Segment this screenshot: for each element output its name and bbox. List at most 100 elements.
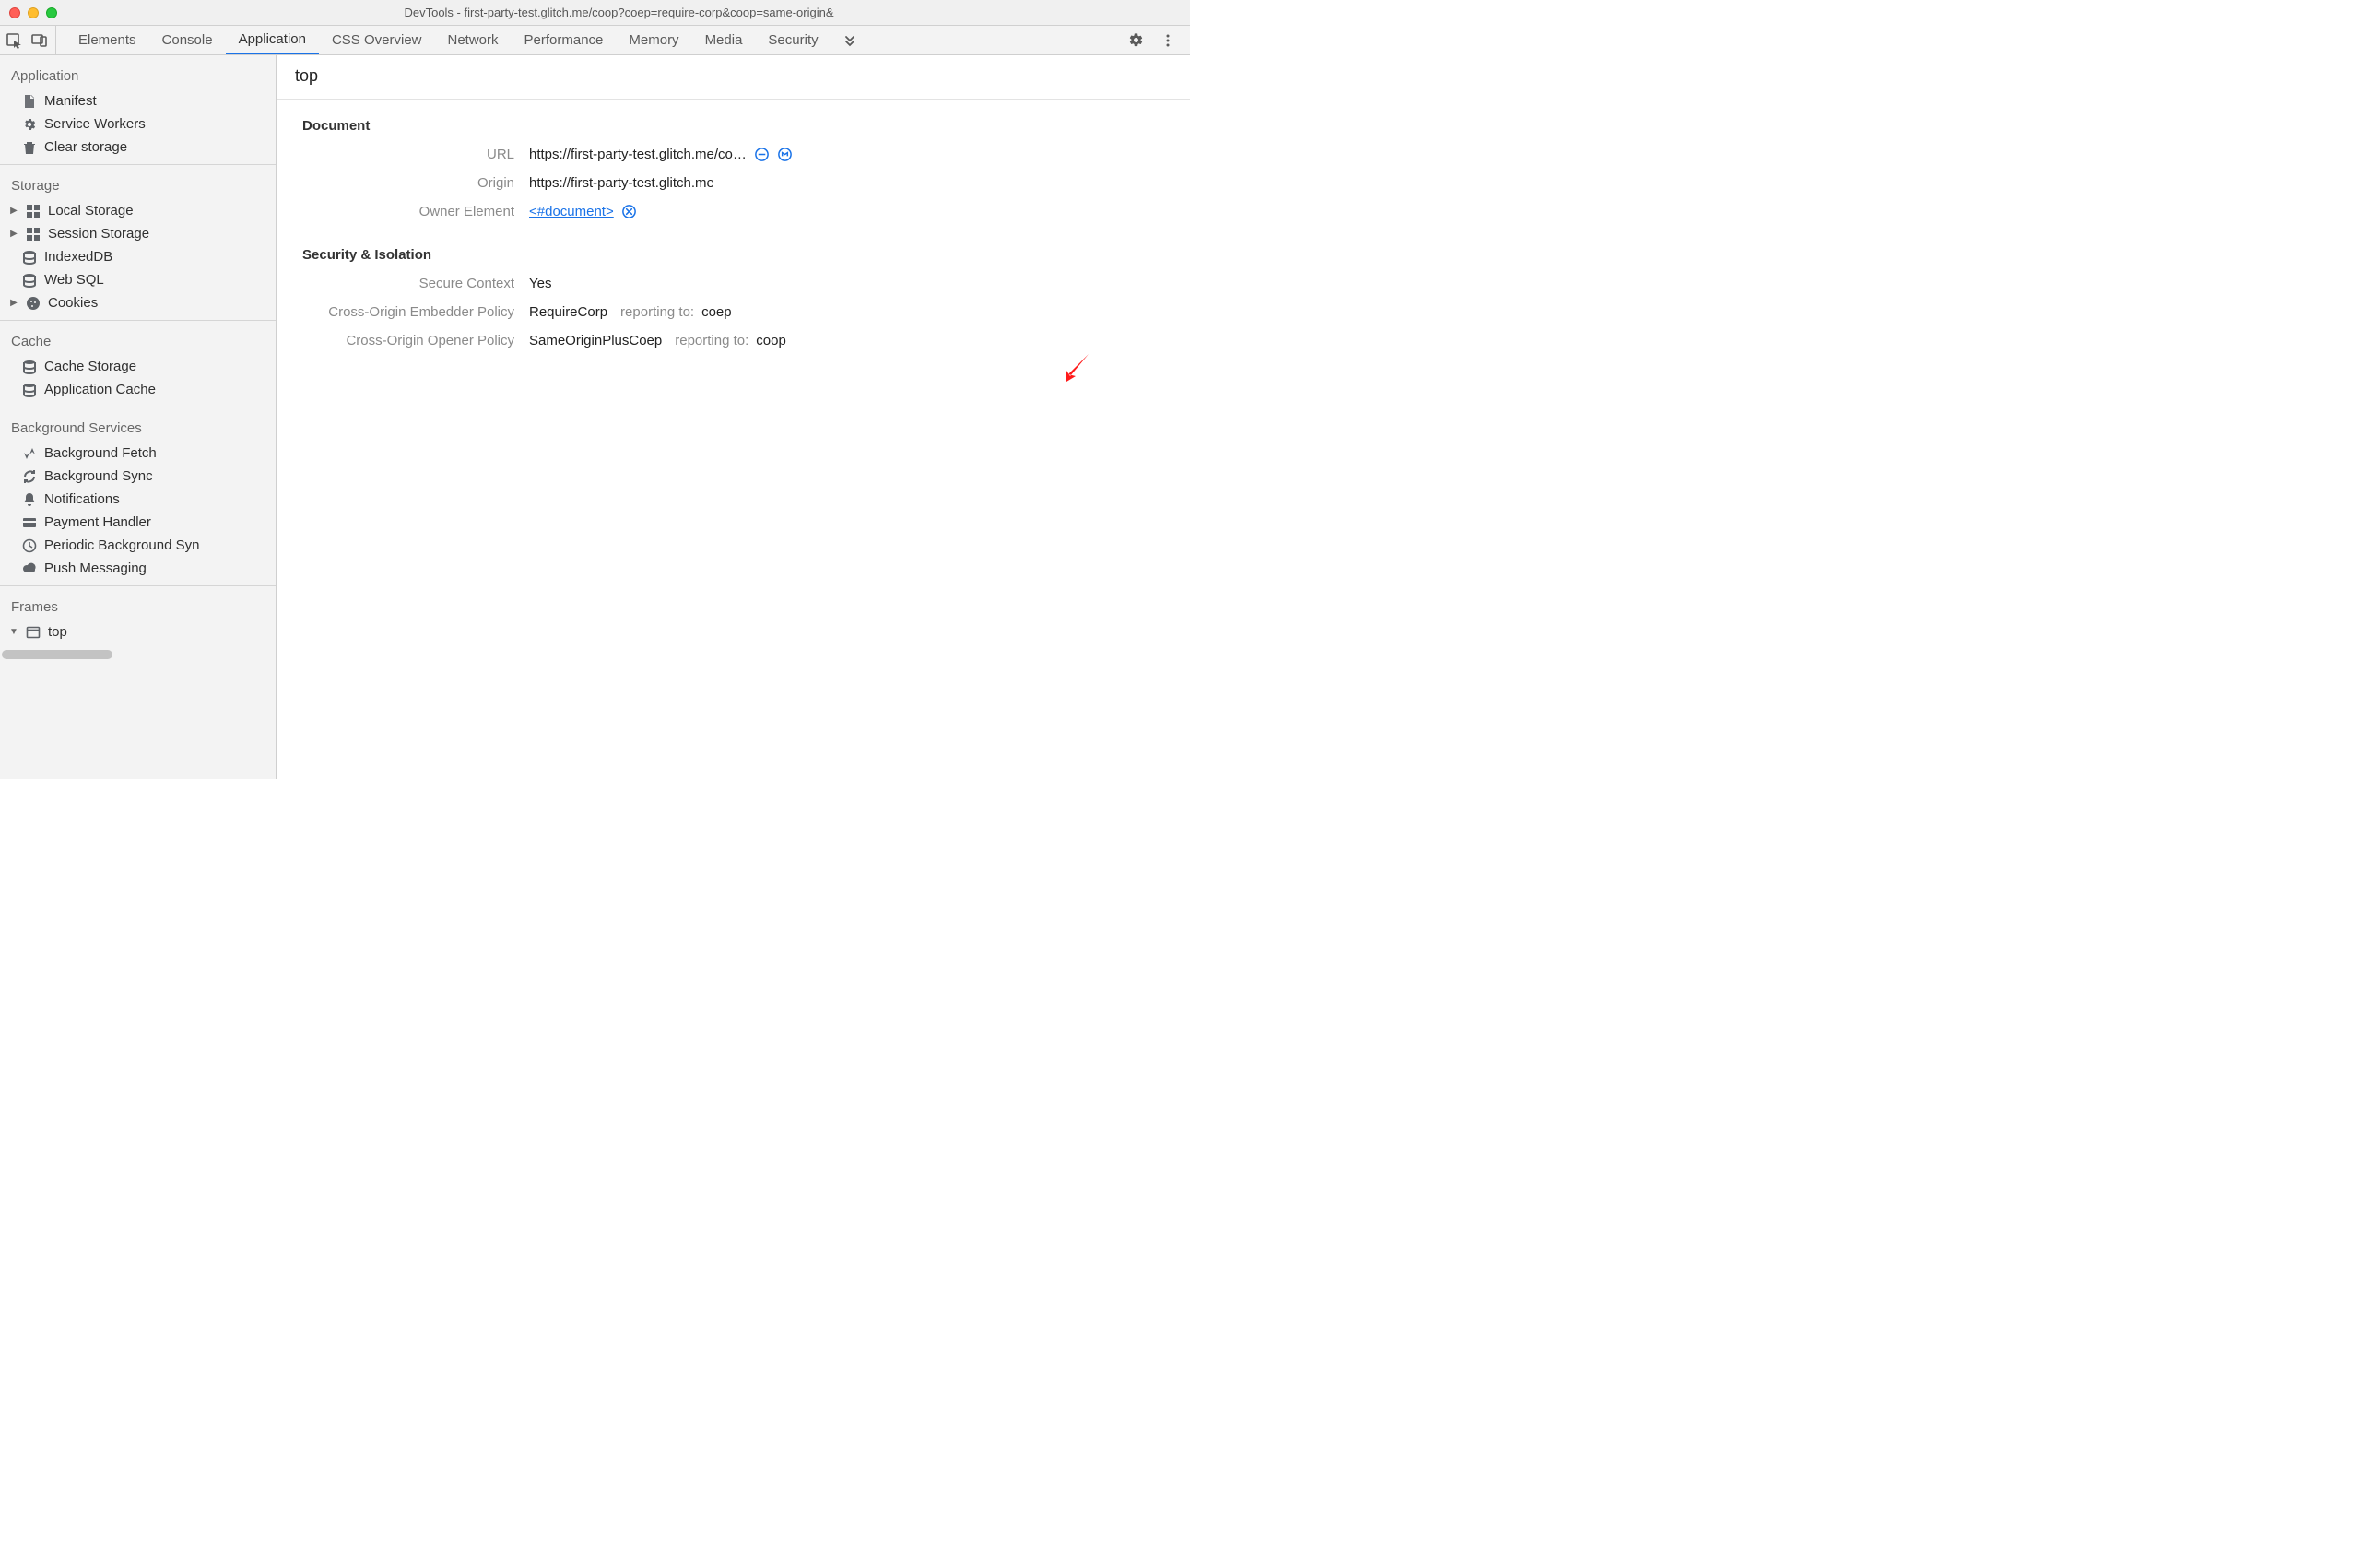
chevron-right-icon[interactable]: ▶ bbox=[9, 298, 18, 308]
reveal-icon[interactable] bbox=[621, 204, 637, 219]
sidebar-item-push-messaging[interactable]: Push Messaging bbox=[0, 557, 276, 580]
coep-report-label: reporting to: bbox=[620, 304, 694, 320]
sidebar-item-cookies[interactable]: ▶ Cookies bbox=[0, 291, 276, 314]
sidebar-item-clear-storage[interactable]: Clear storage bbox=[0, 136, 276, 159]
sidebar-item-label: Background Sync bbox=[44, 468, 153, 484]
sidebar-item-periodic-sync[interactable]: Periodic Background Syn bbox=[0, 534, 276, 557]
url-value: https://first-party-test.glitch.me/co… bbox=[529, 147, 747, 162]
section-document-title: Document bbox=[302, 118, 1164, 134]
coop-label: Cross-Origin Opener Policy bbox=[302, 333, 514, 348]
zoom-window[interactable] bbox=[46, 7, 57, 18]
origin-value: https://first-party-test.glitch.me bbox=[529, 175, 714, 191]
cloud-icon bbox=[22, 561, 37, 576]
coop-report-value: coop bbox=[756, 333, 786, 348]
tab-media[interactable]: Media bbox=[692, 26, 756, 54]
sidebar-item-label: Manifest bbox=[44, 93, 97, 109]
db-icon bbox=[22, 383, 37, 397]
secure-context-value: Yes bbox=[529, 276, 551, 291]
sidebar-item-application-cache[interactable]: Application Cache bbox=[0, 378, 276, 401]
net-icon[interactable] bbox=[777, 147, 793, 162]
sidebar-item-service-workers[interactable]: Service Workers bbox=[0, 112, 276, 136]
sidebar-item-payment-handler[interactable]: Payment Handler bbox=[0, 511, 276, 534]
sidebar-item-label: IndexedDB bbox=[44, 249, 112, 265]
tab-network[interactable]: Network bbox=[435, 26, 512, 54]
chevron-down-icon[interactable]: ▼ bbox=[9, 627, 18, 637]
window-title: DevTools - first-party-test.glitch.me/co… bbox=[57, 6, 1181, 19]
trash-icon bbox=[22, 140, 37, 155]
sidebar-item-manifest[interactable]: Manifest bbox=[0, 89, 276, 112]
file-icon bbox=[22, 94, 37, 109]
sidebar-item-label: Application Cache bbox=[44, 382, 156, 397]
section-security-title: Security & Isolation bbox=[302, 247, 1164, 263]
tab-elements[interactable]: Elements bbox=[65, 26, 149, 54]
sidebar-item-label: Periodic Background Syn bbox=[44, 537, 199, 553]
sidebar-item-label: Session Storage bbox=[48, 226, 149, 242]
sidebar-item-label: Service Workers bbox=[44, 116, 146, 132]
coop-value: SameOriginPlusCoep bbox=[529, 333, 662, 348]
sidebar-item-websql[interactable]: Web SQL bbox=[0, 268, 276, 291]
url-label: URL bbox=[302, 147, 514, 162]
sidebar-item-label: Notifications bbox=[44, 491, 120, 507]
clock-icon bbox=[22, 538, 37, 553]
sidebar-item-local-storage[interactable]: ▶ Local Storage bbox=[0, 199, 276, 222]
sidebar: Application Manifest Service Workers Cle… bbox=[0, 55, 277, 779]
sidebar-item-label: Cache Storage bbox=[44, 359, 136, 374]
more-tabs-icon[interactable] bbox=[831, 26, 868, 54]
window-controls bbox=[9, 7, 57, 18]
sidebar-item-background-sync[interactable]: Background Sync bbox=[0, 465, 276, 488]
group-background-services: Background Services bbox=[0, 413, 276, 442]
inspect-icon[interactable] bbox=[6, 32, 22, 49]
db-icon bbox=[22, 360, 37, 374]
close-window[interactable] bbox=[9, 7, 20, 18]
coep-report-value: coep bbox=[701, 304, 732, 320]
sidebar-item-notifications[interactable]: Notifications bbox=[0, 488, 276, 511]
group-application: Application bbox=[0, 61, 276, 89]
minimize-window[interactable] bbox=[28, 7, 39, 18]
sidebar-item-label: Background Fetch bbox=[44, 445, 157, 461]
sidebar-item-indexeddb[interactable]: IndexedDB bbox=[0, 245, 276, 268]
sidebar-scrollbar[interactable] bbox=[0, 650, 276, 661]
tab-application[interactable]: Application bbox=[226, 26, 319, 54]
sidebar-item-cache-storage[interactable]: Cache Storage bbox=[0, 355, 276, 378]
coop-report-label: reporting to: bbox=[675, 333, 748, 348]
sidebar-item-frame-top[interactable]: ▼ top bbox=[0, 620, 276, 643]
content-pane: top Document URL https://first-party-tes… bbox=[277, 55, 1190, 779]
tab-console[interactable]: Console bbox=[149, 26, 226, 54]
stop-icon[interactable] bbox=[754, 147, 770, 162]
sidebar-item-session-storage[interactable]: ▶ Session Storage bbox=[0, 222, 276, 245]
group-frames: Frames bbox=[0, 592, 276, 620]
kebab-menu-icon[interactable] bbox=[1161, 33, 1175, 48]
db-icon bbox=[22, 250, 37, 265]
tab-performance[interactable]: Performance bbox=[512, 26, 617, 54]
content-title: top bbox=[277, 55, 1190, 100]
secure-context-label: Secure Context bbox=[302, 276, 514, 291]
tab-strip: Elements Console Application CSS Overvie… bbox=[0, 26, 1190, 55]
sidebar-item-background-fetch[interactable]: Background Fetch bbox=[0, 442, 276, 465]
group-cache: Cache bbox=[0, 326, 276, 355]
chevron-right-icon[interactable]: ▶ bbox=[9, 206, 18, 216]
sync-icon bbox=[22, 469, 37, 484]
group-storage: Storage bbox=[0, 171, 276, 199]
frame-icon bbox=[26, 625, 41, 640]
grid-icon bbox=[26, 204, 41, 218]
coep-value: RequireCorp bbox=[529, 304, 607, 320]
tab-memory[interactable]: Memory bbox=[616, 26, 691, 54]
sidebar-item-label: Local Storage bbox=[48, 203, 134, 218]
cookie-icon bbox=[26, 296, 41, 311]
tab-security[interactable]: Security bbox=[755, 26, 831, 54]
chevron-right-icon[interactable]: ▶ bbox=[9, 229, 18, 239]
sidebar-item-label: Payment Handler bbox=[44, 514, 151, 530]
settings-icon[interactable] bbox=[1128, 32, 1144, 48]
sidebar-item-label: Cookies bbox=[48, 295, 98, 311]
owner-element-label: Owner Element bbox=[302, 204, 514, 219]
sidebar-item-label: Clear storage bbox=[44, 139, 127, 155]
owner-element-link[interactable]: <#document> bbox=[529, 204, 614, 219]
coep-label: Cross-Origin Embedder Policy bbox=[302, 304, 514, 320]
devtools-tabs: Elements Console Application CSS Overvie… bbox=[65, 26, 868, 54]
sidebar-item-label: Push Messaging bbox=[44, 561, 147, 576]
device-toggle-icon[interactable] bbox=[31, 32, 48, 49]
gear-icon bbox=[22, 117, 37, 132]
sidebar-item-label: top bbox=[48, 624, 67, 640]
tab-css-overview[interactable]: CSS Overview bbox=[319, 26, 435, 54]
sidebar-item-label: Web SQL bbox=[44, 272, 104, 288]
